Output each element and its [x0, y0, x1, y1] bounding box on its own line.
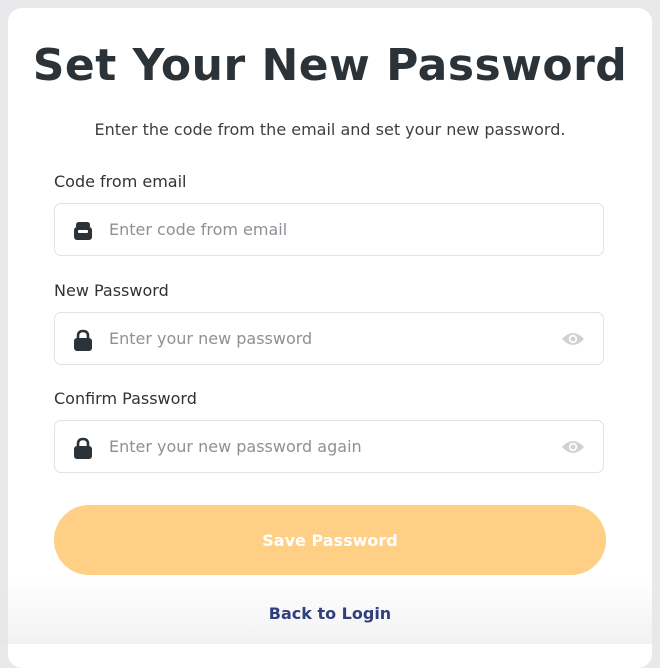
confirm-password-input[interactable]	[109, 421, 539, 472]
code-field[interactable]	[54, 203, 604, 256]
lock-icon	[74, 437, 92, 459]
page-subtitle: Enter the code from the email and set yo…	[94, 120, 566, 139]
confirm-password-label: Confirm Password	[54, 389, 197, 408]
page-title: Set Your New Password	[32, 40, 628, 91]
lock-icon	[74, 329, 92, 351]
mailbox-icon	[74, 222, 92, 240]
confirm-password-field[interactable]	[54, 420, 604, 473]
new-password-input[interactable]	[109, 313, 539, 364]
code-field-label: Code from email	[54, 172, 187, 191]
new-password-field[interactable]	[54, 312, 604, 365]
new-password-label: New Password	[54, 281, 169, 300]
eye-icon[interactable]	[561, 438, 585, 456]
eye-icon[interactable]	[561, 330, 585, 348]
save-password-button[interactable]: Save Password	[54, 505, 606, 575]
code-input[interactable]	[109, 204, 539, 255]
back-to-login-link[interactable]: Back to Login	[0, 604, 660, 623]
